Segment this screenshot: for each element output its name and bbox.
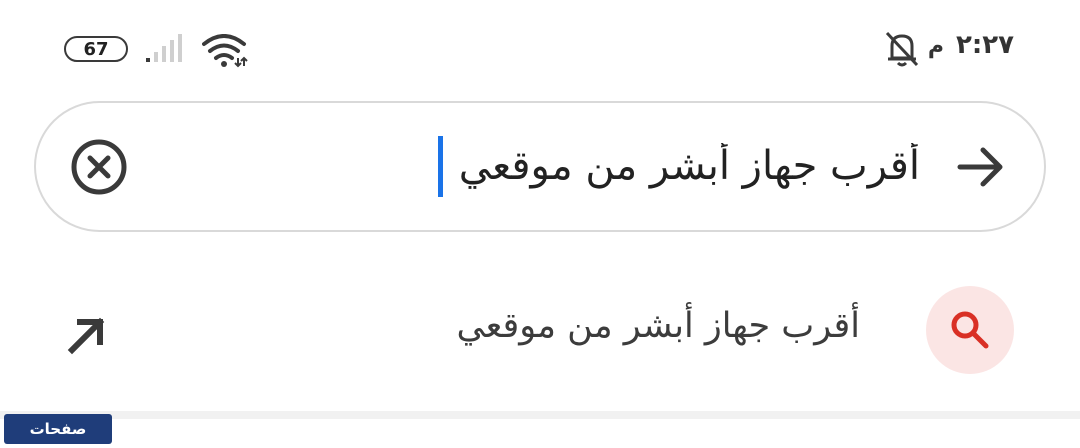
clear-icon[interactable] [70, 138, 128, 196]
fill-arrow-icon[interactable] [66, 314, 108, 356]
time-ampm: م [927, 34, 944, 59]
divider [0, 411, 1080, 419]
battery-level: 67 [83, 38, 109, 60]
watermark-logo: صفحات [4, 414, 112, 444]
arrow-right-icon[interactable] [956, 142, 1006, 192]
search-screen: 67 م ٢:٢٧ أقرب جهاز أبشر من موقعي أقرب ج… [0, 0, 1080, 448]
search-icon [951, 311, 989, 349]
watermark-text: صفحات [29, 420, 87, 438]
wifi-icon [202, 34, 248, 68]
clock: ٢:٢٧ [955, 30, 1014, 60]
status-bar: 67 م ٢:٢٧ [0, 0, 1080, 96]
signal-icon [146, 34, 182, 62]
suggestion-label: أقرب جهاز أبشر من موقعي [456, 306, 860, 346]
suggestion-item[interactable]: أقرب جهاز أبشر من موقعي [0, 268, 1080, 396]
suggestion-icon-circle [926, 286, 1014, 374]
text-caret [438, 136, 443, 197]
search-input[interactable] [440, 134, 920, 198]
battery-indicator: 67 [64, 36, 128, 62]
bell-off-icon [885, 31, 919, 67]
